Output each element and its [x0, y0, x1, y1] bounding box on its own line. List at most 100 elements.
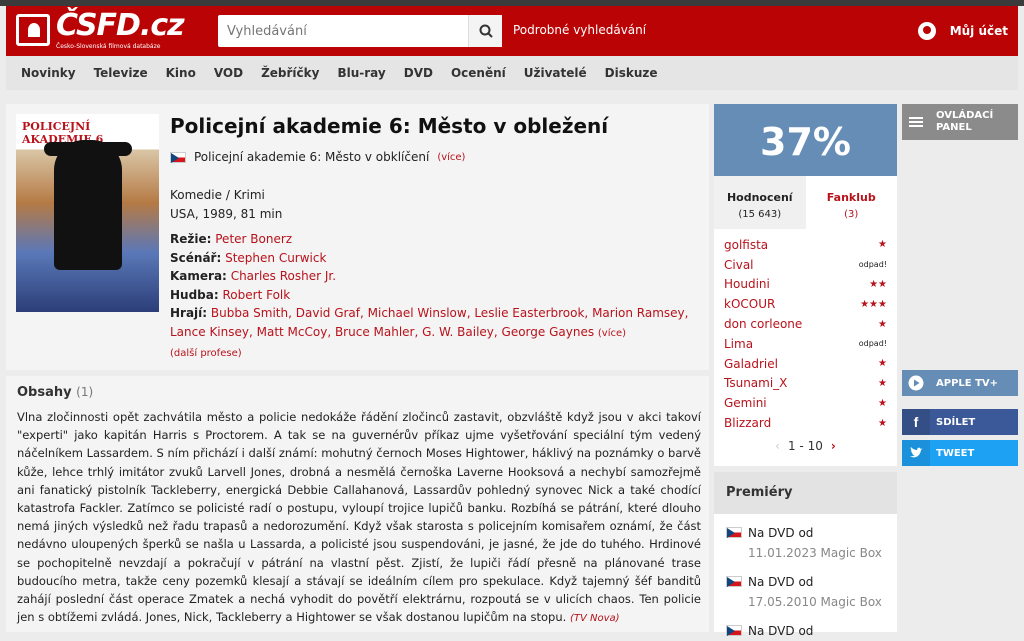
list-item: Blizzard ★ — [724, 413, 887, 433]
plot-count: (1) — [76, 385, 94, 399]
stars: ★ — [878, 417, 887, 429]
czech-flag-icon — [726, 576, 742, 587]
plot-text: Vlna zločinnosti opět zachvátila město a… — [17, 408, 701, 628]
stars: odpad! — [858, 339, 887, 349]
control-panel-label: OVLÁDACÍ PANEL — [936, 110, 994, 133]
nav-item-dvd[interactable]: DVD — [404, 66, 433, 80]
film-crew: Režie: Peter Bonerz Scénář: Stephen Curw… — [170, 230, 700, 364]
site-header: ČSFD.cz Česko-Slovenská filmová databáze… — [6, 6, 1018, 56]
czech-flag-icon — [170, 151, 186, 163]
camera-link[interactable]: Charles Rosher Jr. — [231, 269, 336, 283]
stars: ★ — [878, 239, 887, 251]
share-label: SDÍLET — [936, 416, 976, 428]
poster-figure — [44, 140, 132, 270]
premieres-panel: Premiéry Na DVD od 11.01.2023 Magic Box N… — [714, 472, 897, 638]
stars: ★ — [878, 358, 887, 370]
tab-fanclub-count: (3) — [844, 209, 859, 220]
premiere-date: 11.01.2023 Magic Box — [748, 546, 882, 560]
apple-tv-label: APPLE TV+ — [936, 377, 999, 389]
list-item: kOCOUR ★★★ — [724, 294, 887, 314]
nav-item-uzivatele[interactable]: Uživatelé — [524, 66, 587, 80]
film-genres-origin: Komedie / Krimi USA, 1989, 81 min — [170, 186, 282, 224]
list-item: Houdini ★★ — [724, 275, 887, 295]
stars: ★ — [878, 397, 887, 409]
more-professions-link[interactable]: (další profese) — [170, 348, 242, 359]
chevron-right-icon[interactable]: › — [831, 439, 836, 453]
alt-title-more-link[interactable]: (více) — [437, 152, 465, 163]
writer-label: Scénář: — [170, 250, 222, 265]
director-label: Režie: — [170, 232, 212, 246]
play-icon — [902, 370, 930, 396]
film-poster[interactable]: POLICEJNÍ AKADEMIE 6 — [16, 114, 159, 312]
tab-fanclub-label: Fanklub — [826, 191, 876, 204]
search-input[interactable] — [218, 15, 468, 47]
user-link[interactable]: Cival — [724, 258, 754, 272]
camera-label: Kamera: — [170, 269, 227, 283]
search-box — [218, 15, 502, 47]
rating-percent: 37% — [714, 104, 897, 176]
premiere-label: Na DVD od — [748, 624, 814, 638]
nav-item-oceneni[interactable]: Ocenění — [451, 66, 506, 80]
writer-link[interactable]: Stephen Curwick — [225, 251, 326, 265]
stars: odpad! — [858, 260, 887, 270]
film-info-box: POLICEJNÍ AKADEMIE 6 Policejní akademie … — [6, 104, 709, 370]
alt-title-row: Policejní akademie 6: Město v obklíčení … — [170, 150, 465, 164]
czech-flag-icon — [726, 527, 742, 538]
premiere-label: Na DVD od — [748, 575, 814, 589]
tab-ratings-label: Hodnocení — [726, 191, 793, 204]
csfd-logo[interactable]: ČSFD.cz Česko-Slovenská filmová databáze — [16, 8, 186, 52]
nav-item-novinky[interactable]: Novinky — [21, 66, 76, 80]
tab-ratings[interactable]: Hodnocení (15 643) — [714, 176, 806, 229]
premiere-item: Na DVD od — [726, 621, 897, 641]
music-label: Hudba: — [170, 287, 219, 302]
tweet-button[interactable]: TWEET — [902, 440, 1018, 466]
search-button[interactable] — [468, 15, 502, 47]
cast-more-link[interactable]: (více) — [598, 328, 626, 339]
facebook-share-button[interactable]: f SDÍLET — [902, 409, 1018, 435]
premieres-heading: Premiéry — [714, 472, 897, 514]
film-origin: USA, 1989, 81 min — [170, 207, 283, 221]
chevron-left-icon[interactable]: ‹ — [775, 439, 780, 453]
film-genres: Komedie / Krimi — [170, 188, 265, 202]
menu-icon — [902, 104, 930, 140]
user-link[interactable]: Blizzard — [724, 416, 771, 430]
pager-range: 1 - 10 — [787, 438, 823, 453]
user-link[interactable]: don corleone — [724, 317, 802, 331]
facebook-icon: f — [902, 409, 930, 435]
premiere-item: Na DVD od 17.05.2010 Magic Box — [726, 572, 897, 612]
user-link[interactable]: Houdini — [724, 277, 770, 291]
nav-item-kino[interactable]: Kino — [166, 66, 196, 80]
nav-item-televize[interactable]: Televize — [94, 66, 148, 80]
control-panel-button[interactable]: OVLÁDACÍ PANEL — [902, 104, 1018, 140]
rating-panel: 37% Hodnocení (15 643) Fanklub (3) golfist… — [714, 104, 897, 466]
user-link[interactable]: Galadriel — [724, 357, 778, 371]
main-nav: Novinky Televize Kino VOD Žebříčky Blu-r… — [6, 56, 1018, 90]
stars: ★★ — [869, 278, 887, 290]
plot-heading-text: Obsahy — [17, 385, 72, 400]
list-item: don corleone ★ — [724, 314, 887, 334]
director-link[interactable]: Peter Bonerz — [215, 232, 292, 246]
plot-body: Vlna zločinnosti opět zachvátila město a… — [17, 410, 701, 625]
premiere-date: 17.05.2010 Magic Box — [748, 595, 882, 609]
user-link[interactable]: Tsunami_X — [724, 376, 787, 390]
advanced-search-link[interactable]: Podrobné vyhledávání — [513, 23, 646, 37]
user-link[interactable]: Gemini — [724, 396, 767, 410]
user-link[interactable]: Lima — [724, 337, 753, 351]
user-icon — [917, 22, 936, 40]
cast-label: Hrají: — [170, 306, 208, 320]
nav-item-bluray[interactable]: Blu-ray — [337, 66, 385, 80]
nav-item-vod[interactable]: VOD — [214, 66, 243, 80]
rating-tabs: Hodnocení (15 643) Fanklub (3) — [714, 176, 897, 229]
user-link[interactable]: kOCOUR — [724, 297, 775, 311]
tab-ratings-count: (15 643) — [738, 209, 782, 220]
film-reel-icon — [16, 14, 50, 46]
nav-item-zebricky[interactable]: Žebříčky — [261, 66, 319, 80]
stars: ★★★ — [860, 298, 887, 310]
account-label: Můj účet — [949, 24, 1008, 38]
apple-tv-button[interactable]: APPLE TV+ — [902, 370, 1018, 396]
music-link[interactable]: Robert Folk — [223, 288, 291, 302]
tab-fanclub[interactable]: Fanklub (3) — [806, 176, 898, 229]
account-button[interactable]: Můj účet — [917, 22, 1008, 40]
nav-item-diskuze[interactable]: Diskuze — [605, 66, 658, 80]
user-link[interactable]: golfista — [724, 238, 768, 252]
